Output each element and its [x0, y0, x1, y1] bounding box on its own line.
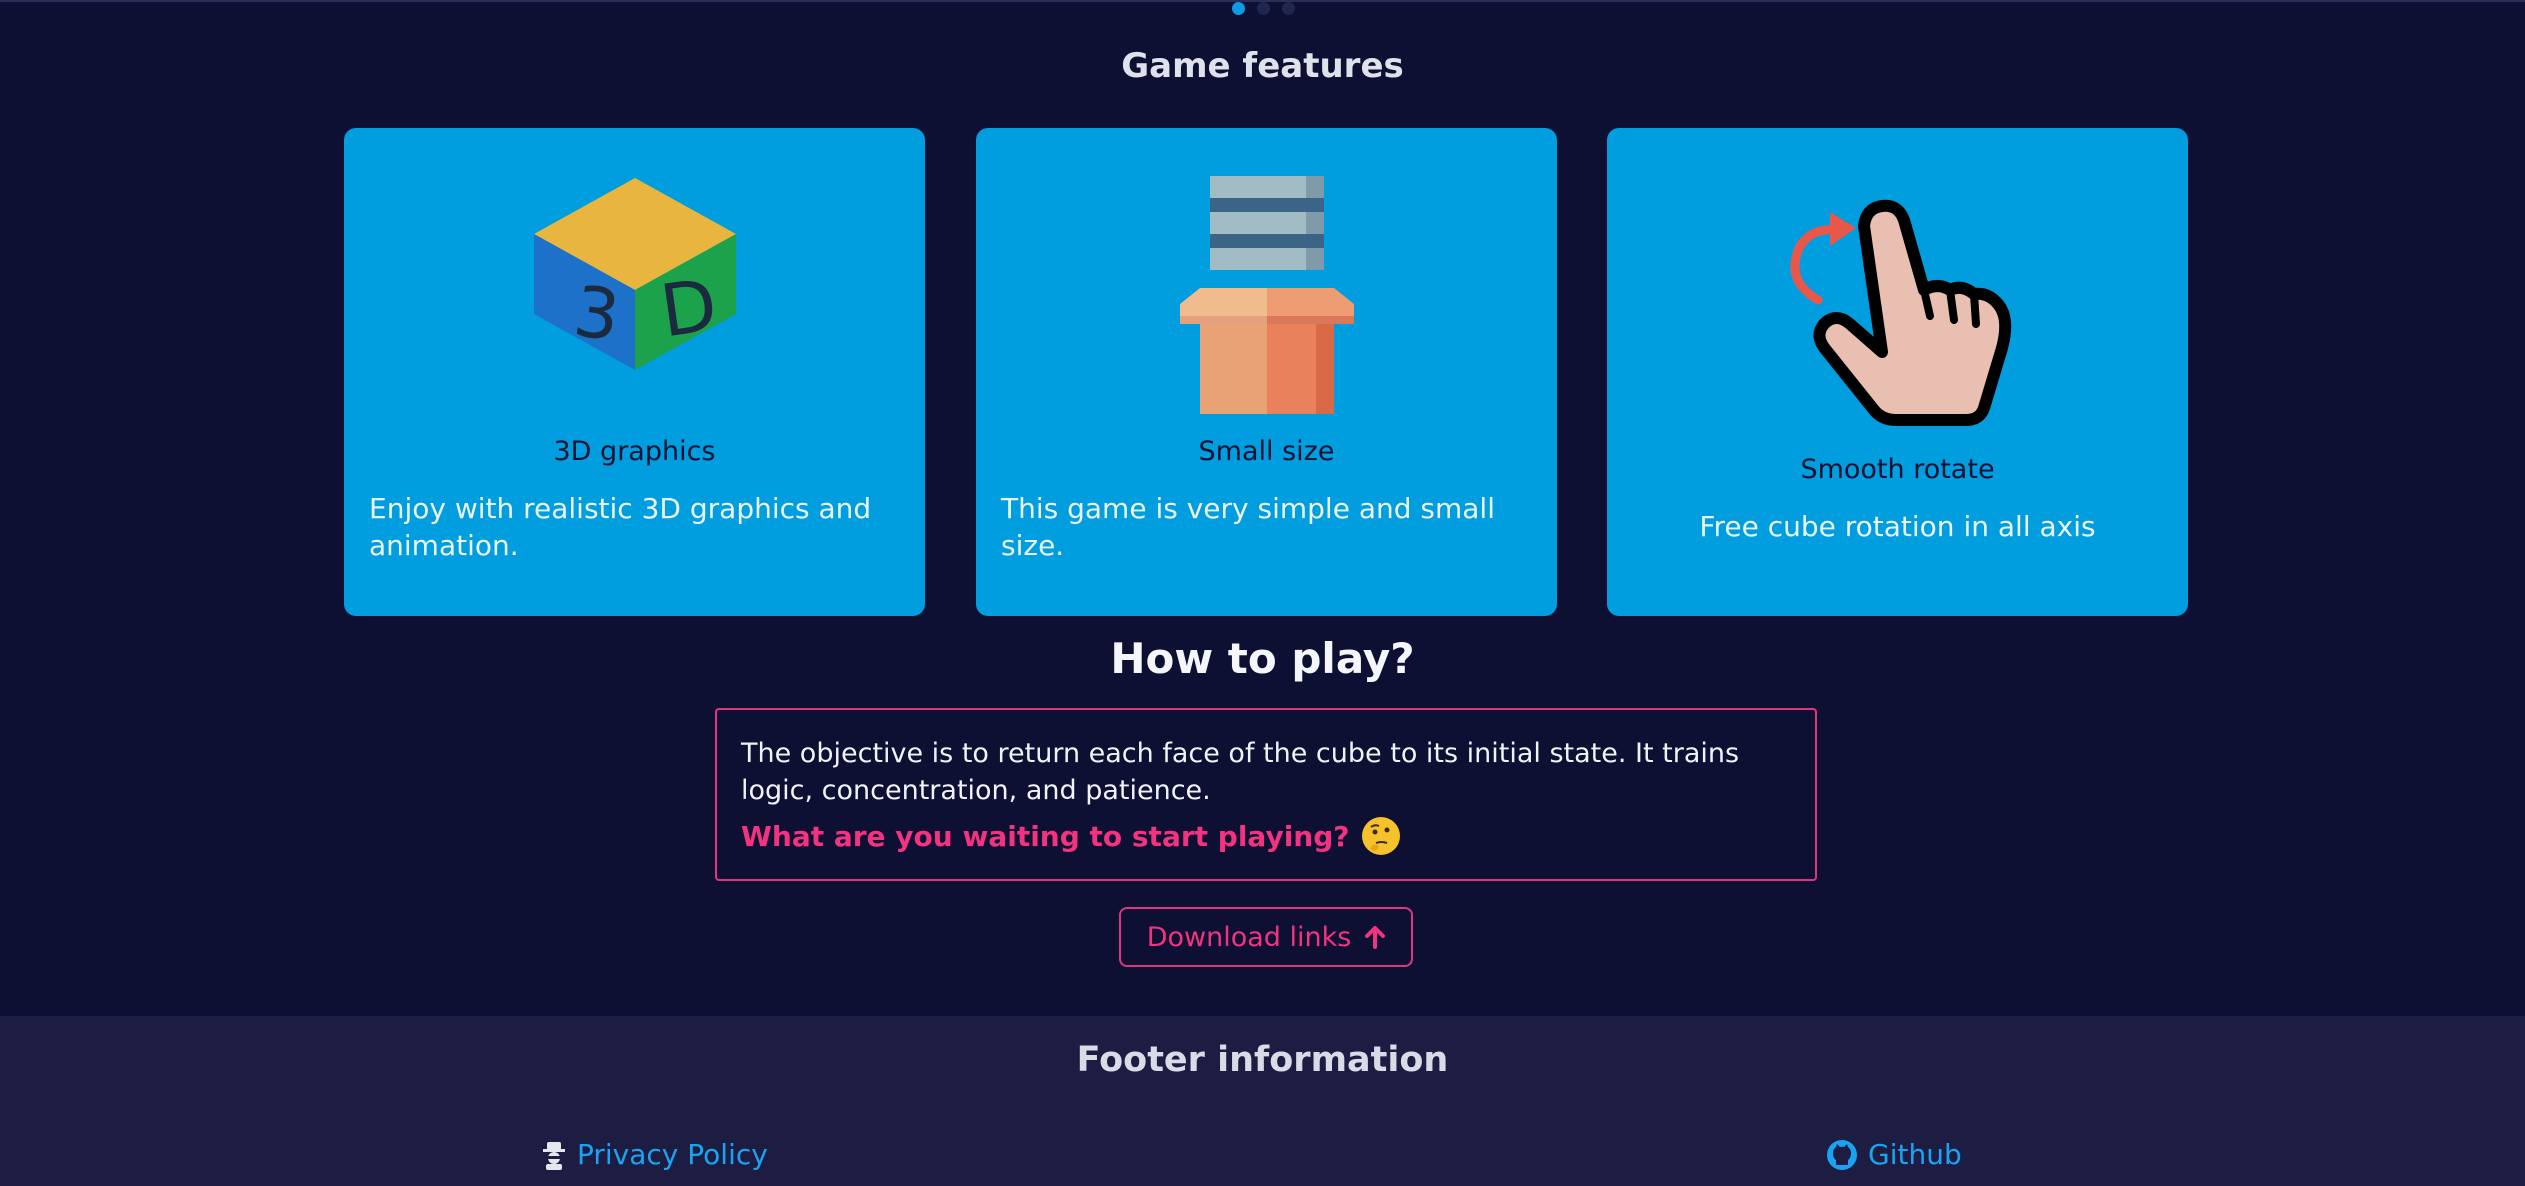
card-description: Enjoy with realistic 3D graphics and ani… [369, 492, 872, 562]
box-icon [976, 176, 1557, 414]
github-label: Github [1868, 1138, 1962, 1171]
github-icon [1827, 1139, 1857, 1170]
card-description: This game is very simple and small size. [1001, 492, 1495, 562]
howto-box: The objective is to return each face of … [715, 708, 1817, 881]
features-title: Game features [1121, 46, 1404, 86]
svg-text:D: D [655, 263, 722, 354]
howto-text: The objective is to return each face of … [741, 738, 1740, 806]
card-title: Small size [1198, 436, 1335, 467]
feature-card-small-size: Small size This game is very simple and … [976, 128, 1557, 616]
thinking-face-icon [1361, 817, 1400, 855]
howto-title: How to play? [1110, 634, 1415, 683]
download-links-button[interactable]: Download links [1119, 907, 1413, 967]
privacy-policy-link[interactable]: Privacy Policy [541, 1138, 768, 1171]
footer-title: Footer information [1076, 1040, 1449, 1080]
privacy-policy-label: Privacy Policy [577, 1138, 768, 1171]
feature-card-3d-graphics: 3 D 3D graphics Enjoy with realistic 3D … [344, 128, 925, 616]
download-links-label: Download links [1146, 921, 1352, 953]
card-title: 3D graphics [553, 436, 716, 467]
howto-cta-text: What are you waiting to start playing? [741, 819, 1350, 853]
arrow-up-icon [1365, 926, 1386, 949]
3d-cube-icon: 3 D [344, 176, 925, 370]
carousel-dot-1[interactable] [1232, 2, 1245, 15]
spy-icon [543, 1141, 565, 1170]
howto-cta: What are you waiting to start playing? [741, 815, 1791, 857]
card-description: Free cube rotation in all axis [1699, 510, 2096, 543]
carousel-dots [1232, 2, 1295, 15]
carousel-dot-3[interactable] [1282, 2, 1295, 15]
rotate-hand-icon [1607, 198, 2188, 428]
github-link[interactable]: Github [1826, 1138, 1962, 1171]
card-title: Smooth rotate [1800, 454, 1995, 485]
carousel-dot-2[interactable] [1257, 2, 1270, 15]
feature-card-smooth-rotate: Smooth rotate Free cube rotation in all … [1607, 128, 2188, 616]
